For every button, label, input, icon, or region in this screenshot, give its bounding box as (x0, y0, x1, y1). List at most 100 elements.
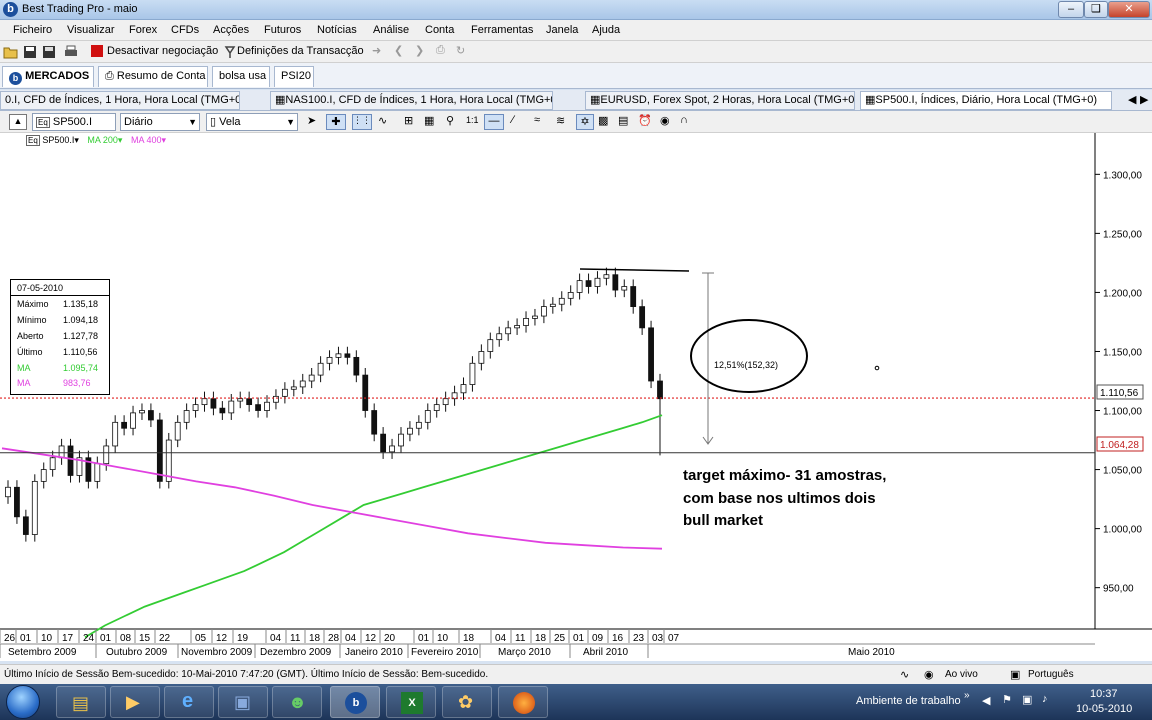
clock-date[interactable]: 10-05-2010 (1076, 703, 1132, 715)
menu-janela[interactable]: Janela (546, 24, 578, 36)
zoom-icon[interactable]: ⚲ (446, 114, 454, 127)
minimize-button[interactable]: – (1058, 1, 1084, 18)
taskbar-explorer[interactable]: ▤ (56, 686, 106, 718)
print-icon[interactable] (63, 44, 79, 60)
double-chevron-icon[interactable]: » (964, 690, 970, 701)
clock-time[interactable]: 10:37 (1090, 688, 1118, 700)
menu-visualizar[interactable]: Visualizar (67, 24, 115, 36)
taskbar-firefox[interactable] (498, 686, 548, 718)
channel-icon[interactable]: ≋ (556, 114, 565, 127)
cursor-mode-icon[interactable]: ✡ (576, 114, 594, 130)
tab-scroll-left-icon[interactable]: ◀ (1128, 93, 1136, 106)
taskbar-messenger[interactable]: ☻ (272, 686, 322, 718)
chevron-down-icon: ▼ (188, 117, 197, 127)
template-icon[interactable]: ▤ (618, 114, 628, 127)
legend-ma400[interactable]: MA 400 (131, 135, 162, 145)
menu-ajuda[interactable]: Ajuda (592, 24, 620, 36)
collapse-up-icon[interactable]: ▲ (9, 114, 27, 130)
taskbar-best-trading[interactable]: b (330, 686, 380, 718)
candle-up (94, 463, 101, 482)
tray-network-icon[interactable]: ▣ (1022, 693, 1032, 706)
transaction-settings-button[interactable]: Definições da Transacção (237, 45, 364, 57)
candle-icon: ▯ (210, 116, 217, 128)
transaction-settings-icon[interactable] (222, 44, 238, 60)
cursor-icon[interactable]: ➜ (372, 44, 381, 57)
legend-symbol[interactable]: SP500.I (42, 135, 74, 145)
y-tick-label: 1.000,00 (1103, 525, 1142, 536)
chart-tab-nas100[interactable]: ▦NAS100.I, CFD de Índices, 1 Hora, Hora … (270, 91, 553, 110)
desktop-toolbar-label[interactable]: Ambiente de trabalho (856, 695, 961, 707)
menu-futuros[interactable]: Futuros (264, 24, 301, 36)
menu-conta[interactable]: Conta (425, 24, 454, 36)
add-study-icon[interactable]: ⊞ (404, 114, 413, 127)
back-arrow-icon[interactable]: ❮ (394, 44, 403, 57)
taskbar-ie[interactable]: e (164, 686, 214, 718)
app-icon: b (3, 2, 18, 17)
lock-icon[interactable]: ◉ (660, 114, 670, 127)
close-button[interactable]: ✕ (1108, 1, 1150, 18)
taskbar-paint[interactable]: ✿ (442, 686, 492, 718)
y-tick-label: 1.300,00 (1103, 170, 1142, 181)
candle-up (576, 280, 583, 293)
table-icon[interactable]: ▦ (424, 114, 434, 127)
chart-tab-index[interactable]: 0.I, CFD de Índices, 1 Hora, Hora Local … (0, 91, 240, 110)
menu-accoes[interactable]: Acções (213, 24, 249, 36)
price-chart[interactable]: 1.300,00 1.250,00 1.200,00 1.150,00 1.100,00… (0, 133, 1152, 661)
tray-flag-icon[interactable]: ⚑ (1002, 693, 1012, 706)
chart-canvas[interactable]: 1.300,00 1.250,00 1.200,00 1.150,00 1.100,00… (0, 133, 1152, 661)
candle-up (40, 469, 47, 482)
indicator-icon[interactable]: ∿ (378, 114, 387, 127)
tab-bolsa-usa[interactable]: bolsa usa (212, 66, 270, 87)
one-to-one-icon[interactable]: 1:1 (466, 115, 479, 125)
menu-noticias[interactable]: Notícias (317, 24, 357, 36)
trend-line-icon[interactable]: ∕ (512, 114, 514, 126)
chart-tab-eurusd[interactable]: ▦EURUSD, Forex Spot, 2 Horas, Hora Local… (585, 91, 855, 110)
menu-analise[interactable]: Análise (373, 24, 409, 36)
forward-arrow-icon[interactable]: ❯ (415, 44, 424, 57)
menu-ficheiro[interactable]: Ficheiro (13, 24, 52, 36)
alarm-icon[interactable]: ⏰ (638, 114, 652, 127)
tab-psi20[interactable]: PSI20 (274, 66, 314, 87)
stop-trading-icon[interactable] (91, 45, 103, 57)
tab-scroll-right-icon[interactable]: ▶ (1140, 93, 1148, 106)
start-button[interactable] (6, 685, 40, 719)
chart-icon: ▦ (865, 94, 876, 106)
chevron-down-icon: ▼ (286, 117, 295, 127)
save-icon[interactable] (22, 44, 38, 60)
open-folder-icon[interactable] (3, 44, 19, 60)
horizontal-line-icon[interactable]: — (484, 114, 504, 130)
crosshair-icon[interactable]: ✚ (326, 114, 346, 130)
color-picker-icon[interactable]: ▩ (598, 114, 608, 127)
tray-arrow-icon[interactable]: ◀ (982, 694, 990, 707)
symbol-input[interactable]: Eq SP500.I (32, 113, 116, 131)
maximize-button[interactable]: ❑ (1084, 1, 1108, 18)
print-disabled-icon[interactable]: ⎙ (436, 44, 445, 57)
taskbar-excel[interactable]: X (386, 686, 436, 718)
menu-ferramentas[interactable]: Ferramentas (471, 24, 533, 36)
candle-up (523, 318, 529, 326)
fibonacci-icon[interactable]: ≈ (534, 114, 540, 126)
menu-forex[interactable]: Forex (129, 24, 157, 36)
save-as-icon[interactable] (41, 44, 57, 60)
chart-tab-sp500[interactable]: ▦SP500.I, Índices, Diário, Hora Local (T… (860, 91, 1112, 110)
grid-icon[interactable]: ⋮⋮ (352, 114, 372, 130)
tab-resumo-de-conta[interactable]: ⎙ Resumo de Conta (98, 66, 208, 87)
candle-down (210, 398, 217, 409)
x-day-label: 28 (328, 633, 340, 644)
taskbar-media[interactable]: ▶ (110, 686, 160, 718)
period-select[interactable]: Diário ▼ (120, 113, 200, 131)
chart-style-select[interactable]: ▯ Vela ▼ (206, 113, 298, 131)
legend-ma200[interactable]: MA 200 (87, 135, 118, 145)
resistance-trend-line[interactable] (579, 268, 690, 272)
pointer-icon[interactable]: ➤ (307, 114, 316, 127)
tab-mercados[interactable]: b MERCADOS (2, 66, 94, 87)
magnet-icon[interactable]: ∩ (680, 114, 688, 126)
menu-cfds[interactable]: CFDs (171, 24, 199, 36)
candle-down (371, 410, 378, 435)
chart-icon: ▦ (590, 94, 601, 106)
refresh-icon[interactable]: ↻ (456, 44, 465, 57)
tray-volume-icon[interactable]: ♪ (1042, 693, 1048, 705)
x-day-label: 01 (100, 633, 112, 644)
deactivate-trading-button[interactable]: Desactivar negociação (107, 45, 218, 57)
taskbar-app[interactable]: ▣ (218, 686, 268, 718)
